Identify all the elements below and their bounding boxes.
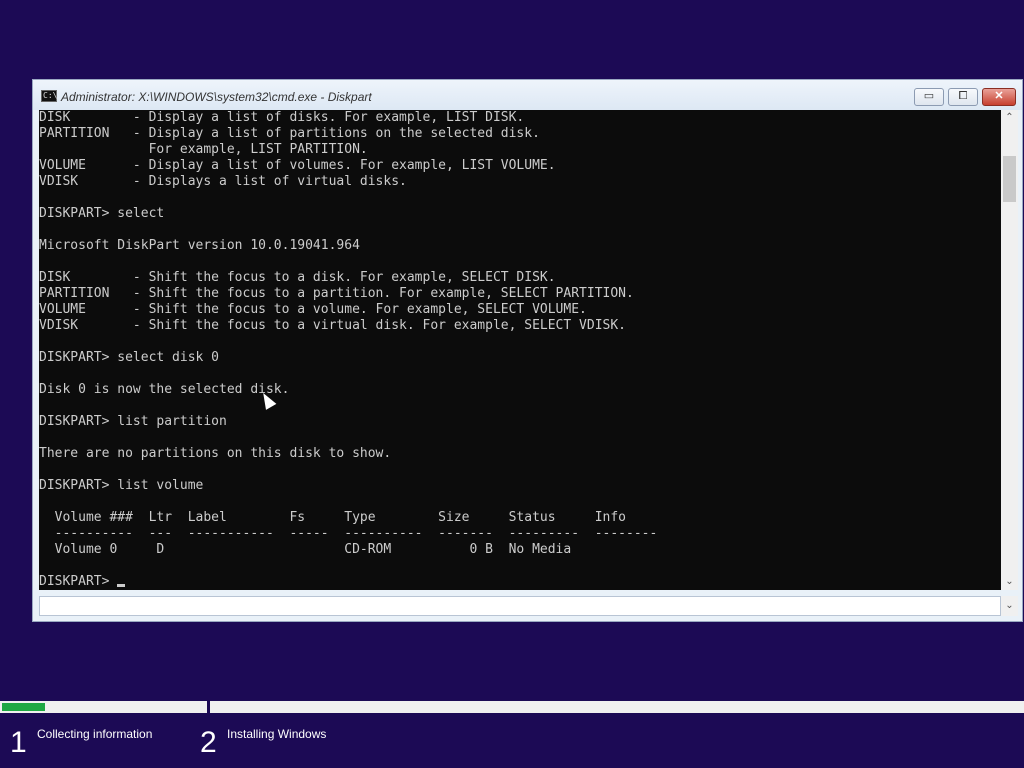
vertical-scrollbar[interactable]: ⌃ ⌄	[1001, 110, 1018, 590]
progress-segment-collecting	[0, 701, 207, 713]
minimize-icon: ▭	[923, 90, 935, 102]
window-titlebar[interactable]: C:\ Administrator: X:\WINDOWS\system32\c…	[33, 80, 1022, 110]
console-line: DISKPART> select disk 0	[39, 350, 220, 365]
console-line: Microsoft DiskPart version 10.0.19041.96…	[39, 238, 360, 253]
console-output[interactable]: DISK - Display a list of disks. For exam…	[39, 110, 1001, 590]
console-text: DISK - Display a list of disks. For exam…	[39, 110, 1001, 590]
maximize-button[interactable]: ⧠	[948, 88, 978, 106]
cmd-icon: C:\	[41, 90, 57, 102]
input-dropdown-icon[interactable]: ⌄	[1001, 596, 1018, 616]
close-icon: ✕	[994, 90, 1004, 102]
step-number: 2	[200, 726, 217, 759]
console-line: DISK - Display a list of disks. For exam…	[39, 110, 525, 125]
step-label: Collecting information	[37, 727, 153, 741]
console-line: DISKPART> list volume	[39, 478, 204, 493]
console-line: VDISK - Shift the focus to a virtual dis…	[39, 318, 626, 333]
console-line: For example, LIST PARTITION.	[39, 142, 368, 157]
console-line: DISKPART> list partition	[39, 414, 227, 429]
console-line: Volume 0 D CD-ROM 0 B No Media	[39, 542, 572, 557]
close-button[interactable]: ✕	[982, 88, 1016, 106]
progress-fill	[2, 703, 45, 711]
cmd-window: C:\ Administrator: X:\WINDOWS\system32\c…	[32, 79, 1023, 622]
cmd-icon-text: C:\	[43, 91, 58, 100]
scroll-thumb[interactable]	[1003, 156, 1016, 202]
console-line: VOLUME - Display a list of volumes. For …	[39, 158, 556, 173]
scroll-up-icon[interactable]: ⌃	[1001, 110, 1018, 126]
progress-segment-installing	[210, 701, 1024, 713]
console-line: PARTITION - Display a list of partitions…	[39, 126, 540, 141]
console-line: There are no partitions on this disk to …	[39, 446, 392, 461]
console-line: VOLUME - Shift the focus to a volume. Fo…	[39, 302, 587, 317]
console-line: DISKPART> select	[39, 206, 165, 221]
console-line: ---------- --- ----------- ----- -------…	[39, 526, 658, 541]
scroll-down-icon[interactable]: ⌄	[1001, 574, 1018, 590]
console-line: Disk 0 is now the selected disk.	[39, 382, 290, 397]
maximize-icon: ⧠	[958, 90, 968, 102]
console-prompt-line: DISKPART>	[39, 574, 1001, 590]
text-cursor	[117, 584, 126, 587]
step-label: Installing Windows	[227, 727, 327, 741]
step-number: 1	[10, 726, 27, 759]
console-line: DISK - Shift the focus to a disk. For ex…	[39, 270, 556, 285]
minimize-button[interactable]: ▭	[914, 88, 944, 106]
console-input-bar[interactable]	[39, 596, 1001, 616]
console-line: PARTITION - Shift the focus to a partiti…	[39, 286, 634, 301]
window-title: Administrator: X:\WINDOWS\system32\cmd.e…	[61, 90, 372, 104]
console-prompt: DISKPART>	[39, 574, 118, 589]
setup-progress-bar	[0, 701, 1024, 713]
console-line: Volume ### Ltr Label Fs Type Size Status…	[39, 510, 626, 525]
console-line: VDISK - Displays a list of virtual disks…	[39, 174, 407, 189]
